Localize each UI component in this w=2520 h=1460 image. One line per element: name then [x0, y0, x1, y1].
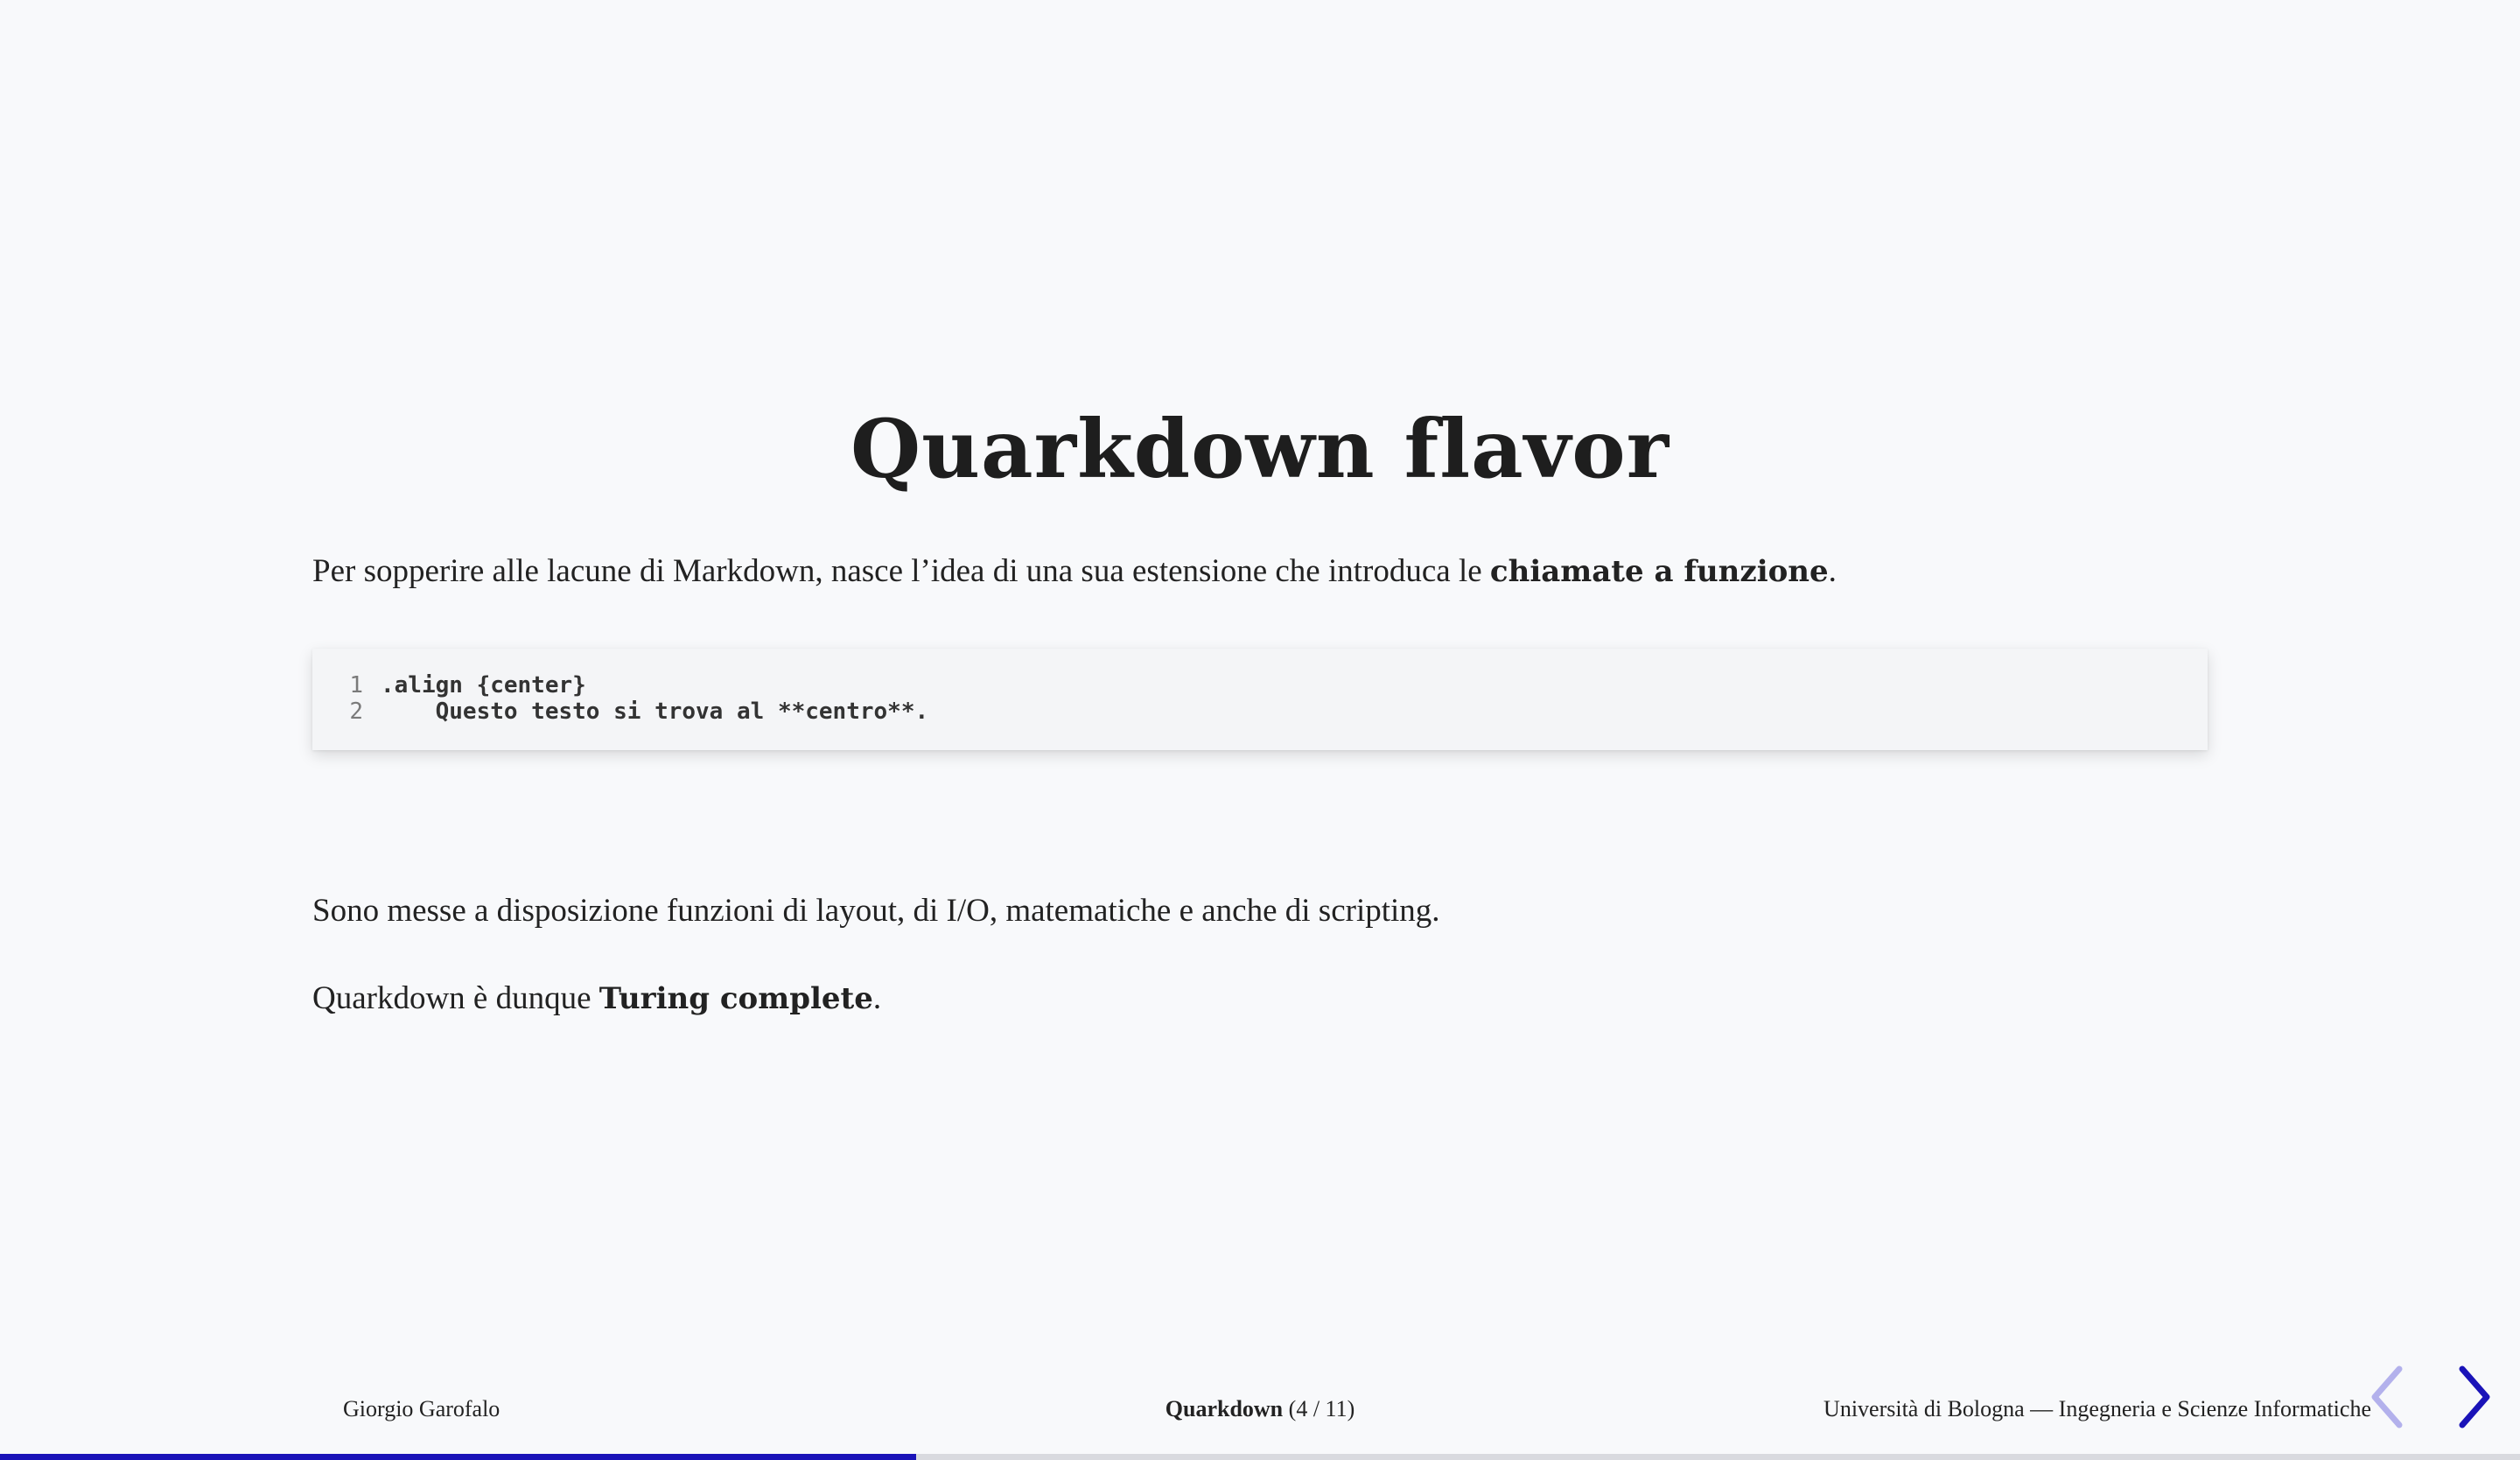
intro-end-text: .: [1828, 553, 1837, 589]
slide-title: Quarkdown flavor: [850, 402, 1670, 496]
line-number: 1: [349, 672, 363, 698]
turing-end-text: .: [872, 980, 882, 1016]
intro-bold-text: chiamate a funzione: [1489, 554, 1829, 589]
intro-text: Per sopperire alle lacune di Markdown, n…: [312, 553, 1490, 589]
code-line: 1 .align {center}: [337, 672, 928, 698]
progress-bar: [0, 1454, 2520, 1460]
turing-paragraph: Quarkdown è dunque Turing complete.: [312, 977, 2237, 1021]
chevron-left-icon: [2371, 1365, 2403, 1428]
prev-slide-button[interactable]: [2362, 1362, 2415, 1432]
code-line: 2 Questo testo si trova al **centro**.: [337, 698, 928, 725]
code-block: 1 .align {center} 2 Questo testo si trov…: [312, 649, 2208, 750]
footer: Giorgio Garofalo Quarkdown (4 / 11) Univ…: [0, 1393, 2520, 1425]
next-slide-button[interactable]: [2446, 1362, 2499, 1432]
slide: Quarkdown flavor Per sopperire alle lacu…: [0, 0, 2520, 1460]
code-text: .align {center}: [381, 672, 586, 698]
line-number: 2: [349, 698, 363, 725]
progress-bar-fill: [0, 1454, 917, 1460]
chevron-right-icon: [2459, 1365, 2490, 1428]
functions-paragraph: Sono messe a disposizione funzioni di la…: [312, 893, 1440, 929]
turing-bold-text: Turing complete: [598, 981, 873, 1016]
intro-paragraph: Per sopperire alle lacune di Markdown, n…: [312, 550, 2237, 593]
turing-text: Quarkdown è dunque: [312, 980, 599, 1016]
footer-presentation-name: Quarkdown: [1165, 1396, 1284, 1421]
footer-institution: Università di Bologna — Ingegneria e Sci…: [1824, 1396, 2371, 1421]
footer-page-counter: (4 / 11): [1288, 1396, 1355, 1421]
code-text: Questo testo si trova al **centro**.: [381, 698, 929, 725]
